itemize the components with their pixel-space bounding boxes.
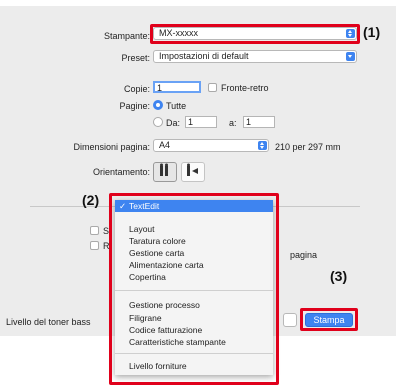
paper-size-dimensions: 210 per 297 mm [275,142,341,152]
landscape-button[interactable] [181,162,205,182]
pages-from-field[interactable]: 1 [185,116,217,128]
pages-label: Pagine: [119,101,150,111]
highlight-box-printer [150,24,360,44]
option-partial-label: pagina [290,250,318,260]
pages-to-field[interactable]: 1 [243,116,275,128]
callout-3: (3) [330,268,348,284]
pages-all-label: Tutte [166,101,187,111]
paper-size-value: A4 [159,140,171,150]
fronte-retro-label: Fronte-retro [221,83,269,93]
printer-label: Stampante: [103,31,150,41]
pages-from-label: Da: [166,118,181,128]
paper-size-label: Dimensioni pagina: [73,142,150,152]
callout-1: (1) [363,24,381,40]
pages-range-radio[interactable] [153,117,163,127]
option-checkbox[interactable] [90,226,99,235]
option-checkbox[interactable] [90,241,99,250]
landscape-icon [187,163,198,176]
orientation-label: Orientamento: [92,167,150,177]
callout-2: (2) [82,192,100,208]
stepper-icon [258,141,267,150]
toner-level-label: Livello del toner bass [6,317,91,327]
preset-label: Preset: [121,53,150,63]
preset-select[interactable]: Impostazioni di default [153,50,357,63]
portrait-button[interactable] [153,162,177,182]
pages-to-label: a: [229,118,237,128]
copies-field[interactable]: 1 [153,81,201,93]
chevron-down-icon [346,52,355,61]
highlight-box-print [300,308,358,331]
preset-value: Impostazioni di default [159,51,249,61]
pages-all-radio[interactable] [153,100,163,110]
highlight-box-menu [109,193,279,385]
copies-label: Copie: [123,84,150,94]
cancel-button[interactable] [283,313,297,327]
fronte-retro-checkbox[interactable] [208,83,217,92]
paper-size-select[interactable]: A4 [153,139,269,152]
portrait-icon [160,163,168,176]
